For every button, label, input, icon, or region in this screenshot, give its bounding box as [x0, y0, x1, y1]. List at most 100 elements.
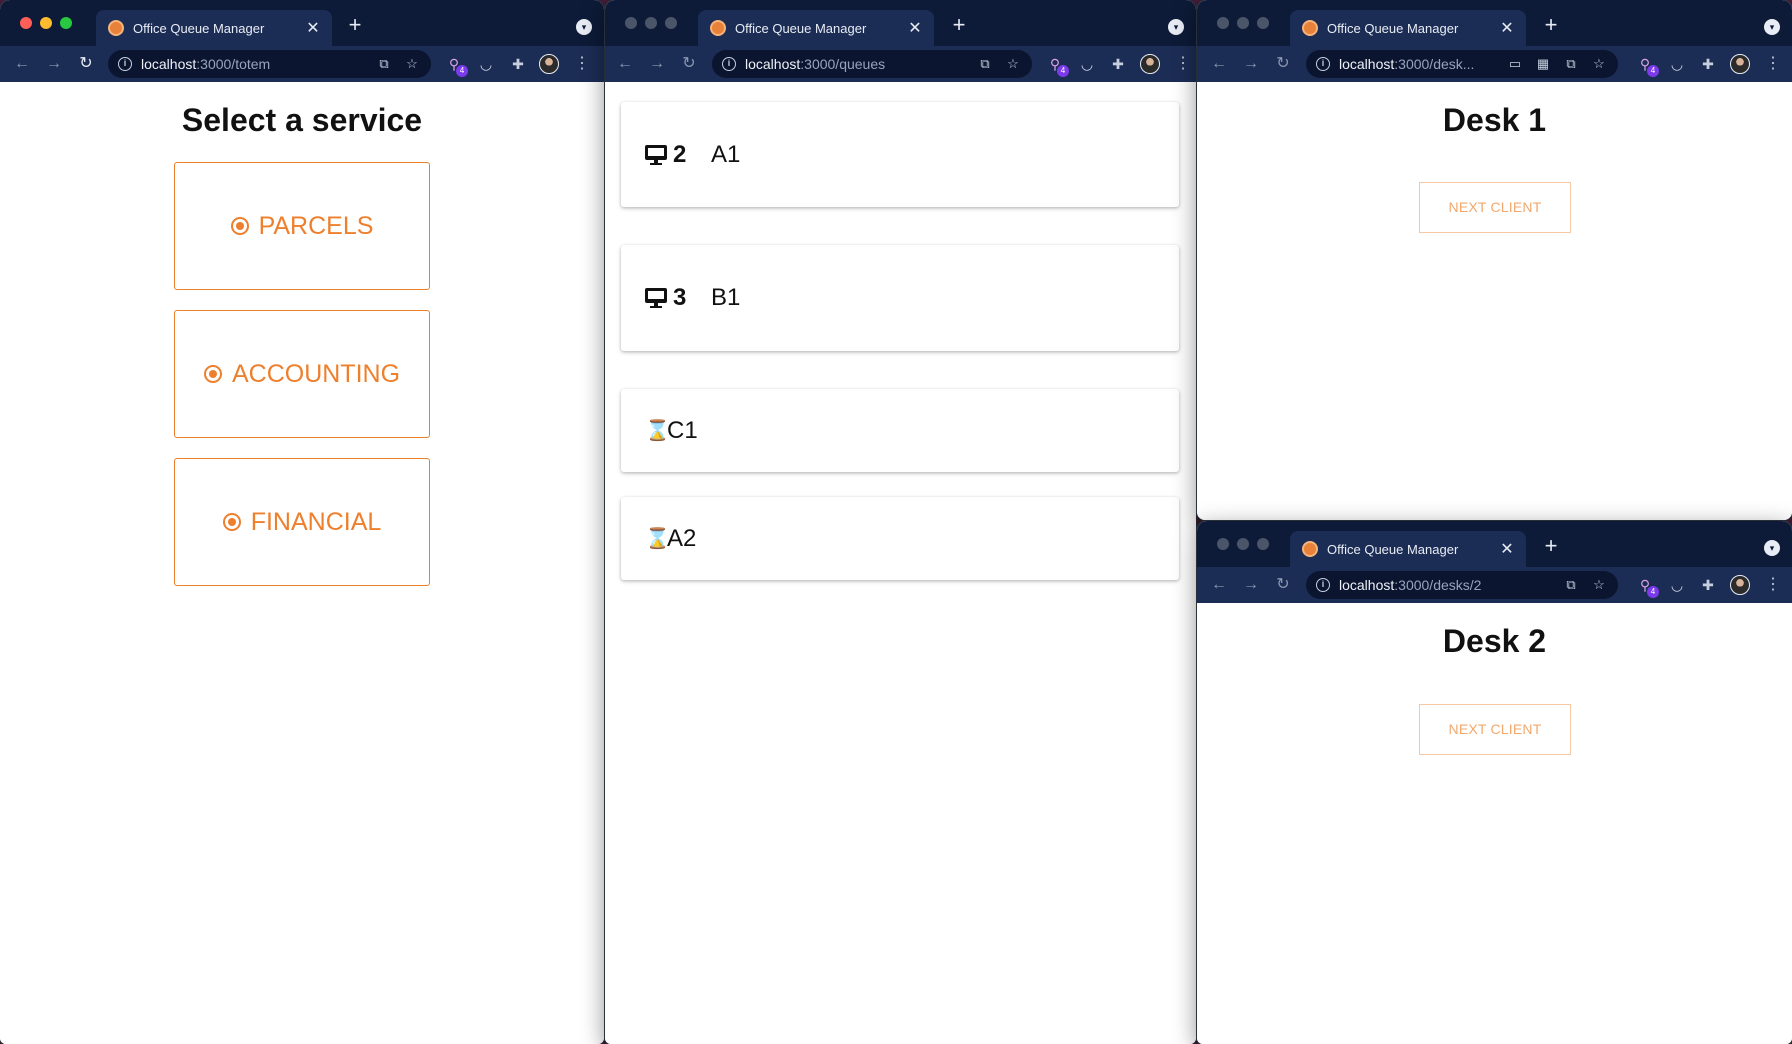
- tab-search-icon[interactable]: ▾: [1168, 19, 1184, 35]
- new-tab-button[interactable]: +: [947, 13, 971, 37]
- back-button[interactable]: ←: [11, 54, 33, 74]
- close-window-button[interactable]: [1217, 538, 1229, 550]
- profile-avatar[interactable]: [1730, 54, 1750, 74]
- extension-wand-icon[interactable]: ⚲ 4: [444, 54, 468, 77]
- browser-tab[interactable]: Office Queue Manager ✕: [1290, 531, 1526, 567]
- extension-badge: 4: [1647, 586, 1659, 598]
- browser-menu-icon[interactable]: ⋮: [1763, 575, 1783, 595]
- maximize-window-button[interactable]: [60, 17, 72, 29]
- extensions-puzzle-icon[interactable]: ✚: [508, 54, 528, 74]
- bookmark-star-icon[interactable]: ☆: [1590, 577, 1608, 593]
- radio-icon: [230, 217, 249, 235]
- service-label: ACCOUNTING: [231, 359, 401, 388]
- service-button-parcels[interactable]: PARCELS: [174, 162, 430, 290]
- back-button[interactable]: ←: [1208, 575, 1230, 595]
- url-text[interactable]: localhost:3000/desks/2: [1339, 577, 1552, 593]
- forward-button[interactable]: →: [43, 54, 65, 74]
- tab-search-icon[interactable]: ▾: [1764, 540, 1780, 556]
- new-tab-button[interactable]: +: [1539, 534, 1563, 558]
- service-button-accounting[interactable]: ACCOUNTING: [174, 310, 430, 438]
- reload-button[interactable]: ↻: [678, 54, 700, 74]
- extensions-puzzle-icon[interactable]: ✚: [1698, 54, 1718, 74]
- service-button-financial[interactable]: FINANCIAL: [174, 458, 430, 586]
- service-label: FINANCIAL: [250, 507, 382, 536]
- browser-menu-icon[interactable]: ⋮: [1173, 54, 1193, 74]
- address-bar[interactable]: i localhost:3000/desks/2 ⧉ ☆: [1306, 571, 1618, 599]
- tab-title: Office Queue Manager: [133, 20, 265, 36]
- monitor-icon: [645, 144, 667, 165]
- tab-close-icon[interactable]: ✕: [304, 18, 322, 38]
- minimize-window-button[interactable]: [1237, 17, 1249, 29]
- browser-menu-icon[interactable]: ⋮: [572, 54, 592, 74]
- browser-tab[interactable]: Office Queue Manager ✕: [698, 10, 934, 46]
- extension-wand-icon[interactable]: ⚲ 4: [1635, 575, 1659, 598]
- browser-tab[interactable]: Office Queue Manager ✕: [1290, 10, 1526, 46]
- page-title: Desk 1: [1442, 102, 1547, 138]
- open-in-app-icon[interactable]: ⧉: [375, 56, 393, 72]
- queue-row-serving: 3 B1: [621, 245, 1179, 351]
- tab-search-icon[interactable]: ▾: [1764, 19, 1780, 35]
- next-client-button[interactable]: NEXT CLIENT: [1419, 182, 1571, 233]
- pocket-icon[interactable]: ◡: [1667, 54, 1687, 74]
- extensions-puzzle-icon[interactable]: ✚: [1698, 575, 1718, 595]
- qr-code-icon[interactable]: ▦: [1534, 56, 1552, 72]
- profile-avatar[interactable]: [1140, 54, 1160, 74]
- bookmark-star-icon[interactable]: ☆: [1004, 56, 1022, 72]
- close-window-button[interactable]: [625, 17, 637, 29]
- back-button[interactable]: ←: [1208, 54, 1230, 74]
- new-tab-button[interactable]: +: [1539, 13, 1563, 37]
- reload-button[interactable]: ↻: [75, 54, 97, 74]
- pocket-icon[interactable]: ◡: [476, 54, 496, 74]
- cast-icon[interactable]: ▭: [1506, 56, 1524, 72]
- pocket-icon[interactable]: ◡: [1077, 54, 1097, 74]
- site-info-icon[interactable]: i: [722, 57, 736, 71]
- maximize-window-button[interactable]: [1257, 538, 1269, 550]
- tab-bar: Office Queue Manager ✕ + ▾: [605, 0, 1196, 46]
- reload-button[interactable]: ↻: [1272, 54, 1294, 74]
- site-info-icon[interactable]: i: [1316, 57, 1330, 71]
- address-bar[interactable]: i localhost:3000/queues ⧉ ☆: [712, 50, 1032, 78]
- new-tab-button[interactable]: +: [343, 13, 367, 37]
- minimize-window-button[interactable]: [645, 17, 657, 29]
- tab-close-icon[interactable]: ✕: [1498, 539, 1516, 559]
- site-info-icon[interactable]: i: [1316, 578, 1330, 592]
- browser-menu-icon[interactable]: ⋮: [1763, 54, 1783, 74]
- bookmark-star-icon[interactable]: ☆: [1590, 56, 1608, 72]
- close-window-button[interactable]: [20, 17, 32, 29]
- url-text[interactable]: localhost:3000/desk...: [1339, 56, 1496, 72]
- extensions-puzzle-icon[interactable]: ✚: [1108, 54, 1128, 74]
- profile-avatar[interactable]: [539, 54, 559, 74]
- pocket-icon[interactable]: ◡: [1667, 575, 1687, 595]
- close-window-button[interactable]: [1217, 17, 1229, 29]
- forward-button[interactable]: →: [1240, 54, 1262, 74]
- tab-close-icon[interactable]: ✕: [906, 18, 924, 38]
- forward-button[interactable]: →: [646, 54, 668, 74]
- open-in-app-icon[interactable]: ⧉: [976, 56, 994, 72]
- open-in-app-icon[interactable]: ⧉: [1562, 577, 1580, 593]
- tab-search-icon[interactable]: ▾: [576, 19, 592, 35]
- address-bar[interactable]: i localhost:3000/desk... ▭ ▦ ⧉ ☆: [1306, 50, 1618, 78]
- tab-close-icon[interactable]: ✕: [1498, 18, 1516, 38]
- site-info-icon[interactable]: i: [118, 57, 132, 71]
- extension-wand-icon[interactable]: ⚲ 4: [1635, 54, 1659, 77]
- open-in-app-icon[interactable]: ⧉: [1562, 56, 1580, 72]
- url-text[interactable]: localhost:3000/totem: [141, 56, 365, 72]
- url-text[interactable]: localhost:3000/queues: [745, 56, 966, 72]
- minimize-window-button[interactable]: [40, 17, 52, 29]
- bookmark-star-icon[interactable]: ☆: [403, 56, 421, 72]
- profile-avatar[interactable]: [1730, 575, 1750, 595]
- address-bar[interactable]: i localhost:3000/totem ⧉ ☆: [108, 50, 431, 78]
- tab-title: Office Queue Manager: [1327, 541, 1459, 557]
- reload-button[interactable]: ↻: [1272, 575, 1294, 595]
- maximize-window-button[interactable]: [1257, 17, 1269, 29]
- browser-toolbar: ← → ↻ i localhost:3000/desks/2 ⧉ ☆ ⚲ 4 ◡ …: [1197, 567, 1792, 603]
- desk-number: 3: [673, 284, 687, 311]
- extension-wand-icon[interactable]: ⚲ 4: [1045, 54, 1069, 77]
- back-button[interactable]: ←: [614, 54, 636, 74]
- maximize-window-button[interactable]: [665, 17, 677, 29]
- browser-tab[interactable]: Office Queue Manager ✕: [96, 10, 332, 46]
- minimize-window-button[interactable]: [1237, 538, 1249, 550]
- forward-button[interactable]: →: [1240, 575, 1262, 595]
- next-client-button[interactable]: NEXT CLIENT: [1419, 704, 1571, 755]
- radio-icon: [203, 365, 222, 383]
